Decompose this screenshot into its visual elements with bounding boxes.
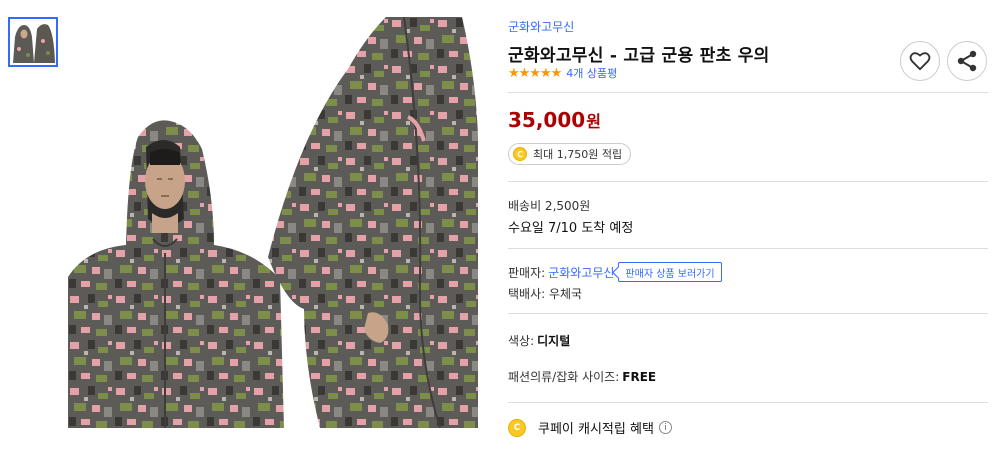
- rating-stars: ★★★★★: [508, 65, 562, 81]
- seller-products-button[interactable]: 판매자 상품 보러가기: [618, 262, 722, 282]
- product-info-panel: 군화와고무신 군화와고무신 - 고급 군용 판초 우의 ★★★★★ 4개 상품평…: [508, 0, 990, 455]
- divider: [508, 92, 988, 93]
- info-icon[interactable]: i: [658, 421, 672, 434]
- size-label: 패션의류/잡화 사이즈:: [508, 370, 620, 384]
- product-main-image: [68, 17, 478, 428]
- arrival-date: 수요일 7/10 도착 예정: [508, 221, 634, 236]
- color-value: 디지털: [537, 334, 571, 348]
- brand-link[interactable]: 군화와고무신: [508, 18, 574, 35]
- color-option: 색상: 디지털: [508, 332, 570, 349]
- share-icon: [957, 50, 977, 72]
- size-option: 패션의류/잡화 사이즈: FREE: [508, 368, 656, 385]
- wishlist-button[interactable]: [900, 41, 940, 81]
- rating-row[interactable]: ★★★★★ 4개 상품평: [508, 65, 617, 81]
- heart-icon: [909, 52, 931, 71]
- product-title: 군화와고무신 - 고급 군용 판초 우의: [508, 46, 770, 66]
- seller-label: 판매자:: [508, 265, 546, 280]
- divider: [508, 402, 988, 403]
- seller-name-link[interactable]: 군화와고무신: [548, 264, 614, 281]
- shipping-fee: 배송비 2,500원: [508, 199, 591, 213]
- reward-badge: C 최대 1,750원 적립: [508, 143, 632, 165]
- product-thumbnail[interactable]: [8, 17, 58, 67]
- price: 35,000원: [508, 108, 601, 132]
- size-value: FREE: [622, 370, 657, 384]
- divider: [508, 181, 988, 182]
- share-button[interactable]: [947, 41, 987, 81]
- cash-reward-text: 쿠페이 캐시적립 혜택: [538, 422, 654, 437]
- divider: [508, 313, 988, 314]
- courier-info: 택배사: 우체국: [508, 287, 583, 301]
- coin-icon: C: [513, 147, 527, 161]
- seller-row: 판매자: 군화와고무신 판매자 상품 보러가기: [508, 262, 722, 282]
- color-label: 색상:: [508, 334, 535, 348]
- divider: [508, 248, 988, 249]
- reward-text: 최대 1,750원 적립: [533, 148, 623, 161]
- price-amount: 35,000: [508, 108, 586, 132]
- cash-coin-icon: C: [508, 418, 526, 437]
- price-unit: 원: [586, 112, 601, 131]
- cash-reward-row: C 쿠페이 캐시적립 혜택 i: [508, 418, 672, 437]
- thumbnail-image: [10, 19, 56, 65]
- review-count-link[interactable]: 4개 상품평: [566, 65, 617, 81]
